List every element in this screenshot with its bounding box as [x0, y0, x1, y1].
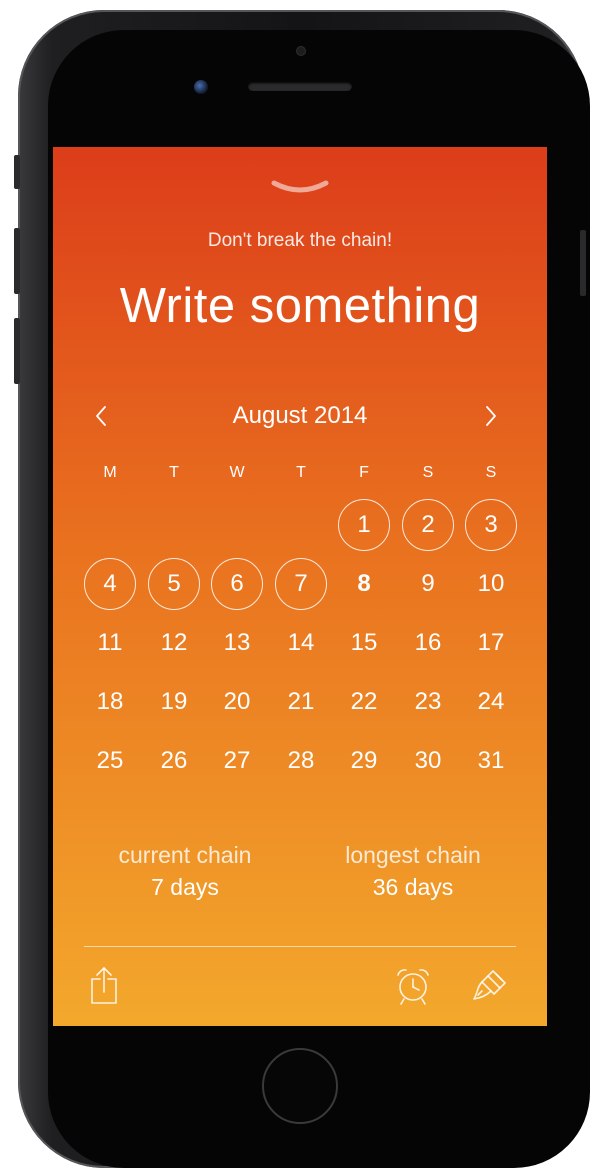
- weekday-label: T: [169, 464, 179, 481]
- share-icon[interactable]: [86, 965, 126, 1007]
- mute-switch: [14, 155, 20, 189]
- calendar-day[interactable]: 7: [275, 558, 327, 610]
- app-screen: Don't break the chain! Write something A…: [53, 147, 547, 1026]
- longest-chain-value: 36 days: [372, 874, 454, 900]
- paint-brush-icon[interactable]: [469, 965, 509, 1007]
- calendar-day[interactable]: 27: [211, 735, 263, 787]
- calendar-day[interactable]: 30: [402, 735, 454, 787]
- weekday-label: S: [485, 464, 497, 481]
- power-button: [580, 230, 586, 296]
- calendar-day[interactable]: 8: [338, 558, 390, 610]
- front-camera: [296, 46, 306, 56]
- calendar-day[interactable]: 2: [402, 499, 454, 551]
- calendar-day[interactable]: 3: [465, 499, 517, 551]
- calendar-day[interactable]: 21: [275, 676, 327, 728]
- current-chain-label: current chain: [118, 842, 252, 868]
- volume-down-button: [14, 318, 20, 384]
- alarm-clock-icon[interactable]: [393, 965, 433, 1007]
- calendar-day[interactable]: 10: [465, 558, 517, 610]
- calendar-day[interactable]: 23: [402, 676, 454, 728]
- weekday-label: S: [422, 464, 434, 481]
- chevron-right-icon[interactable]: [478, 404, 502, 428]
- weekday-label: F: [359, 464, 369, 481]
- calendar-day[interactable]: 29: [338, 735, 390, 787]
- calendar-day[interactable]: 25: [84, 735, 136, 787]
- calendar-day[interactable]: 24: [465, 676, 517, 728]
- volume-up-button: [14, 228, 20, 294]
- calendar-day[interactable]: 31: [465, 735, 517, 787]
- calendar-day[interactable]: 22: [338, 676, 390, 728]
- habit-title[interactable]: Write something: [53, 278, 547, 334]
- weekday-header: MTWTFSS: [53, 464, 547, 484]
- tagline: Don't break the chain!: [207, 230, 393, 251]
- calendar-day[interactable]: 28: [275, 735, 327, 787]
- calendar-day[interactable]: 9: [402, 558, 454, 610]
- calendar-day[interactable]: 17: [465, 617, 517, 669]
- calendar-day[interactable]: 11: [84, 617, 136, 669]
- calendar-day[interactable]: 12: [148, 617, 200, 669]
- calendar-day[interactable]: 15: [338, 617, 390, 669]
- calendar-day[interactable]: 4: [84, 558, 136, 610]
- weekday-label: W: [229, 464, 245, 481]
- proximity-sensor: [194, 80, 208, 94]
- calendar-day[interactable]: 1: [338, 499, 390, 551]
- calendar-day[interactable]: 13: [211, 617, 263, 669]
- calendar-day[interactable]: 18: [84, 676, 136, 728]
- calendar-day[interactable]: 26: [148, 735, 200, 787]
- calendar-day[interactable]: 20: [211, 676, 263, 728]
- toolbar-divider: [84, 946, 516, 947]
- calendar-day[interactable]: 19: [148, 676, 200, 728]
- calendar-day[interactable]: 6: [211, 558, 263, 610]
- longest-chain-label: longest chain: [345, 842, 481, 868]
- chevron-down-icon[interactable]: [271, 179, 329, 197]
- weekday-label: M: [103, 464, 117, 481]
- earpiece-speaker: [248, 82, 352, 91]
- weekday-label: T: [296, 464, 306, 481]
- calendar-day[interactable]: 5: [148, 558, 200, 610]
- current-chain-value: 7 days: [151, 874, 219, 900]
- calendar-day[interactable]: 14: [275, 617, 327, 669]
- month-label: August 2014: [232, 402, 368, 429]
- home-button[interactable]: [262, 1048, 338, 1124]
- calendar-day[interactable]: 16: [402, 617, 454, 669]
